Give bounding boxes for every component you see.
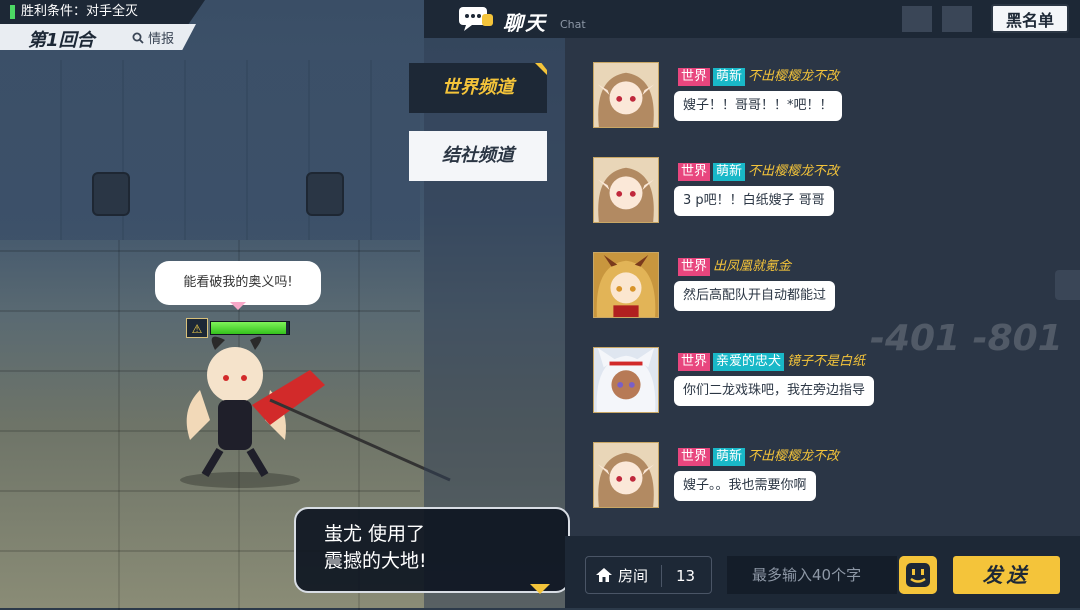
round-label: 第1回合 xyxy=(28,30,95,51)
sender-name[interactable]: 出凤凰就氪金 xyxy=(713,259,791,274)
side-chat-button[interactable] xyxy=(1055,270,1080,300)
tab-label: 世界频道 xyxy=(442,77,514,98)
message-bubble: 然后高配队开自动都能过 xyxy=(674,281,836,311)
chat-title: 聊天 xyxy=(503,11,547,35)
badge-world: 世界 xyxy=(678,68,711,86)
message-bubble: 嫂子。。我也需要你啊 xyxy=(674,471,816,501)
message-bubble: 3 p吧！！白纸嫂子 哥哥 xyxy=(674,186,834,216)
blonde-horned-girl-avatar[interactable] xyxy=(593,252,659,318)
badge-world: 世界 xyxy=(678,258,711,276)
round-bar: 第1回合 情报 xyxy=(0,24,196,50)
skill-announcement: 蚩尤 使用了 震撼的大地! xyxy=(294,507,570,593)
search-icon xyxy=(132,32,144,44)
arena-pillar xyxy=(92,172,130,216)
sender-name[interactable]: 不出樱樱龙不改 xyxy=(748,69,839,84)
sender-name[interactable]: 不出樱樱龙不改 xyxy=(748,449,839,464)
message-list[interactable]: 世界 萌新 不出樱樱龙不改 嫂子！！哥哥！！*吧！！ 世界 萌新 不出樱樱龙不改 3 p… xyxy=(565,38,1080,536)
fast-forward-icon[interactable] xyxy=(942,6,972,32)
speech-bubble: 能看破我的奥义吗! xyxy=(155,261,321,305)
message-meta: 世界 萌新 不出樱樱龙不改 xyxy=(678,160,839,181)
badge-world: 世界 xyxy=(678,448,711,466)
tab-world-channel[interactable]: 世界频道 xyxy=(409,63,547,113)
brown-hair-elf-girl-avatar[interactable] xyxy=(593,157,659,223)
message-bubble: 你们二龙戏珠吧，我在旁边指导 xyxy=(674,376,875,406)
badge-newbie: 萌新 xyxy=(713,163,746,181)
info-button[interactable]: 情报 xyxy=(132,28,174,47)
badge-world: 世界 xyxy=(678,163,711,181)
victory-indicator xyxy=(10,4,15,19)
badge-title: 亲爱的忠犬 xyxy=(713,353,785,371)
house-icon xyxy=(596,568,612,582)
badge-world: 世界 xyxy=(678,353,711,371)
blacklist-button[interactable]: 黑名单 xyxy=(991,4,1069,33)
message-meta: 世界 出凤凰就氪金 xyxy=(678,255,791,276)
message-item: 世界 出凤凰就氪金 然后高配队开自动都能过 xyxy=(593,252,1073,322)
badge-newbie: 萌新 xyxy=(713,68,746,86)
chat-bubble-icon xyxy=(459,7,493,31)
skill-line-1: 蚩尤 使用了 xyxy=(324,523,426,545)
white-hair-cat-girl-avatar[interactable] xyxy=(593,347,659,413)
brown-hair-elf-girl-avatar[interactable] xyxy=(593,442,659,508)
message-item: 世界 萌新 不出樱樱龙不改 嫂子。。我也需要你啊 xyxy=(593,442,1073,512)
send-button[interactable]: 发送 xyxy=(953,556,1060,594)
sender-name[interactable]: 镜子不是白纸 xyxy=(787,354,865,369)
background-damage-numbers: -401 -801 xyxy=(870,318,1063,359)
room-selector[interactable]: 房间 13 xyxy=(585,556,712,594)
victory-condition: 胜利条件：对手全灭 xyxy=(0,0,205,24)
message-meta: 世界 亲爱的忠犬 镜子不是白纸 xyxy=(678,350,865,371)
badge-newbie: 萌新 xyxy=(713,448,746,466)
brown-hair-elf-girl-avatar[interactable] xyxy=(593,62,659,128)
chat-subtitle: Chat xyxy=(560,18,586,31)
skill-line-2: 震撼的大地! xyxy=(324,550,427,572)
tab-guild-channel[interactable]: 结社频道 xyxy=(409,131,547,181)
room-number: 13 xyxy=(676,567,696,585)
info-label: 情报 xyxy=(148,32,175,47)
sender-name[interactable]: 不出樱樱龙不改 xyxy=(748,164,839,179)
message-item: 世界 萌新 不出樱樱龙不改 3 p吧！！白纸嫂子 哥哥 xyxy=(593,157,1073,227)
message-input[interactable] xyxy=(727,556,897,594)
room-label: 房间 xyxy=(618,567,649,585)
character-sprite[interactable] xyxy=(160,330,460,490)
emoji-icon[interactable] xyxy=(899,556,937,594)
message-item: 世界 萌新 不出樱樱龙不改 嫂子！！哥哥！！*吧！！ xyxy=(593,62,1073,132)
message-bubble: 嫂子！！哥哥！！*吧！！ xyxy=(674,91,842,121)
tab-label: 结社频道 xyxy=(442,145,514,166)
arena-wall xyxy=(0,60,420,240)
toggle-button[interactable] xyxy=(902,6,932,32)
message-meta: 世界 萌新 不出樱樱龙不改 xyxy=(678,445,839,466)
speech-tail xyxy=(230,302,246,310)
victory-label: 胜利条件：对手全灭 xyxy=(21,4,139,19)
arena-pillar xyxy=(306,172,344,216)
continue-arrow-icon[interactable] xyxy=(530,584,550,594)
room-divider xyxy=(661,565,662,587)
message-meta: 世界 萌新 不出樱樱龙不改 xyxy=(678,65,839,86)
